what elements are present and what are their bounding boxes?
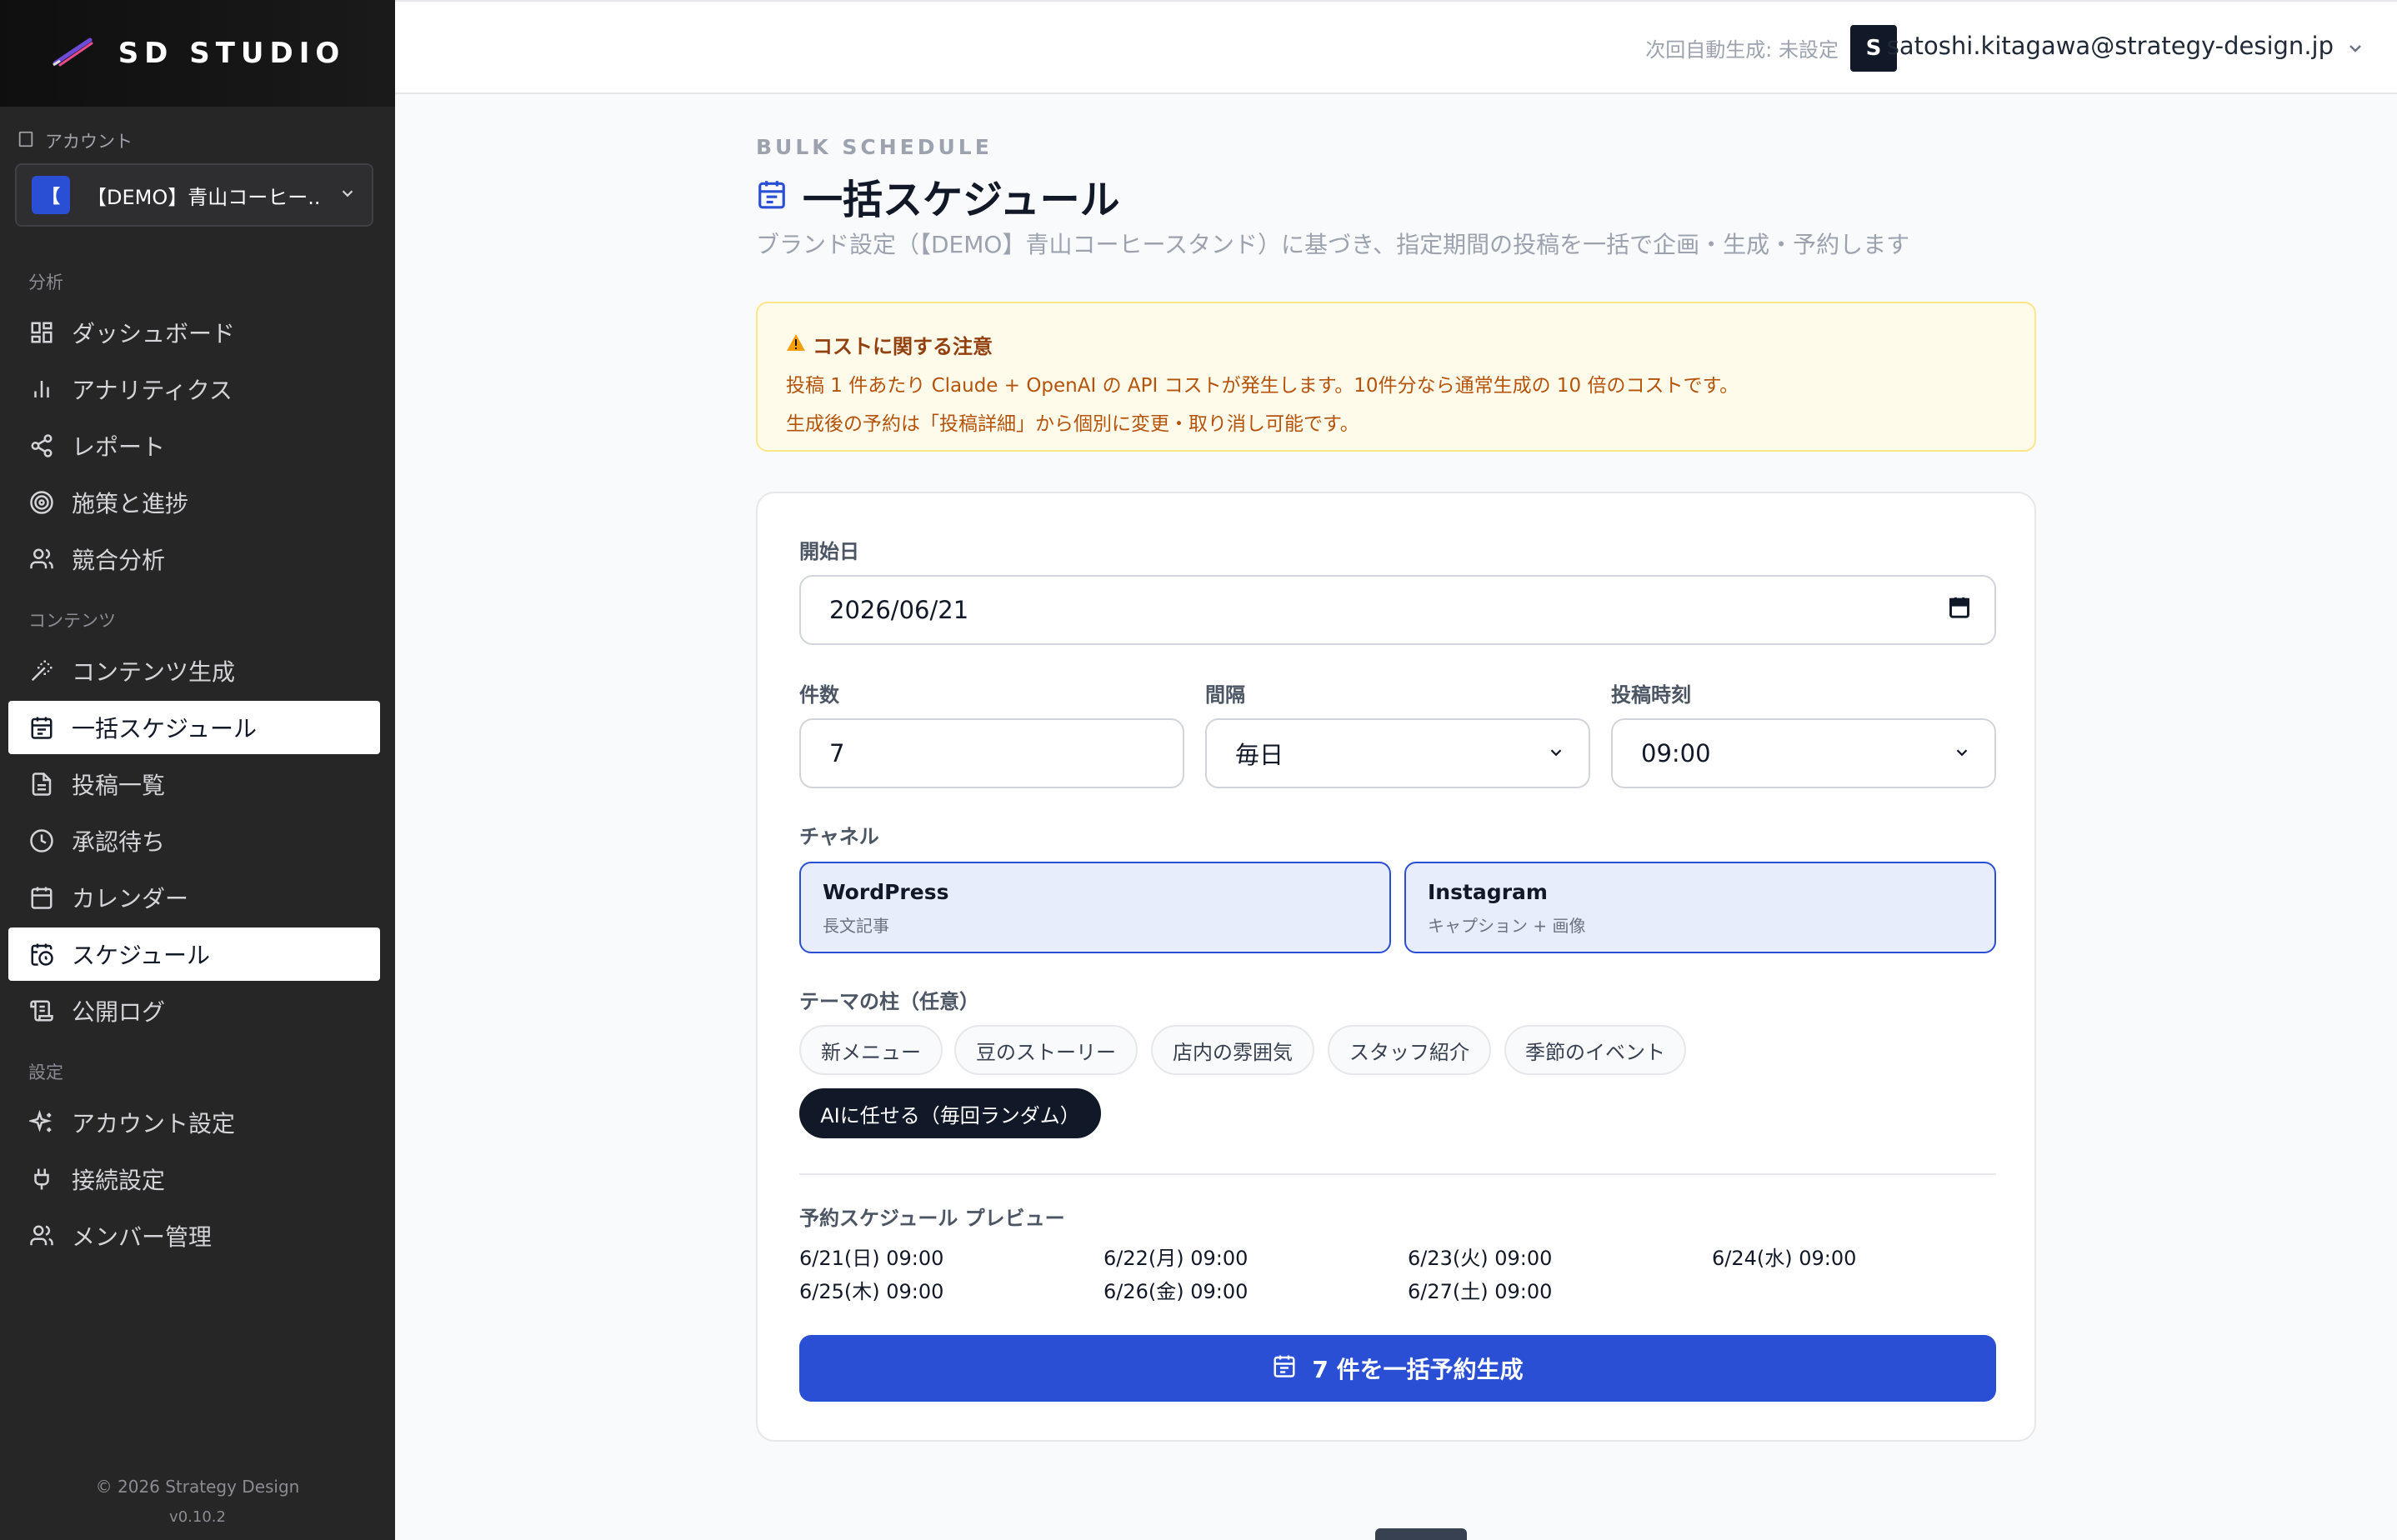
sidebar-item-schedule[interactable]: スケジュール bbox=[8, 928, 380, 981]
bulk-schedule-submit-button[interactable]: 7 件を一括予約生成 bbox=[799, 1335, 1996, 1402]
start-date-label: 開始日 bbox=[799, 540, 859, 563]
users-icon bbox=[28, 546, 55, 572]
channel-wordpress[interactable]: WordPress 長文記事 bbox=[799, 862, 1391, 953]
sidebar-item-publish-log[interactable]: 公開ログ bbox=[8, 984, 380, 1038]
chevron-down-icon bbox=[1547, 739, 1565, 768]
sidebar-item-account-settings[interactable]: アカウント設定 bbox=[8, 1096, 380, 1149]
cost-notice: コストに関する注意 投稿 1 件あたり Claude + OpenAI の AP… bbox=[756, 302, 2036, 452]
time-select[interactable]: 09:00 bbox=[1611, 718, 1996, 788]
plug-icon bbox=[28, 1166, 55, 1192]
preview-item: 6/26(金) 09:00 bbox=[1103, 1280, 1249, 1303]
sidebar-item-report[interactable]: レポート bbox=[8, 419, 380, 472]
auto-generation-status: 次回自動生成: 未設定 bbox=[1645, 38, 1839, 62]
group-label-analysis: 分析 bbox=[28, 272, 63, 292]
theme-chip[interactable]: 豆のストーリー bbox=[954, 1025, 1138, 1075]
user-email[interactable]: satoshi.kitagawa@strategy-design.jp bbox=[1887, 32, 2334, 60]
notice-line-1: 投稿 1 件あたり Claude + OpenAI の API コストが発生しま… bbox=[786, 375, 1739, 397]
count-label: 件数 bbox=[799, 683, 839, 707]
sparkles-icon bbox=[28, 1109, 55, 1136]
page-subtitle: ブランド設定（【DEMO】青山コーヒースタンド）に基づき、指定期間の投稿を一括で… bbox=[756, 231, 1910, 258]
account-select[interactable]: 【 【DEMO】青山コーヒー... bbox=[15, 163, 373, 227]
interval-select[interactable]: 毎日 bbox=[1205, 718, 1590, 788]
preview-item: 6/24(水) 09:00 bbox=[1712, 1247, 1857, 1270]
sidebar-item-calendar[interactable]: カレンダー bbox=[8, 871, 380, 924]
notice-title: コストに関する注意 bbox=[786, 330, 2006, 359]
channel-instagram[interactable]: Instagram キャプション + 画像 bbox=[1404, 862, 1996, 953]
preview-item: 6/25(木) 09:00 bbox=[799, 1280, 944, 1303]
preview-item: 6/27(土) 09:00 bbox=[1408, 1280, 1553, 1303]
bar-chart-icon bbox=[28, 376, 55, 402]
theme-chip[interactable]: スタッフ紹介 bbox=[1328, 1025, 1491, 1075]
sidebar-item-members[interactable]: メンバー管理 bbox=[8, 1209, 380, 1262]
building-icon bbox=[17, 130, 35, 152]
calendar-picker-icon[interactable] bbox=[1948, 596, 1971, 625]
count-input[interactable]: 7 bbox=[799, 718, 1184, 788]
footer-version: v0.10.2 bbox=[169, 1508, 226, 1526]
chevron-down-icon bbox=[1953, 739, 1971, 768]
document-icon bbox=[28, 771, 55, 798]
page-eyebrow: BULK SCHEDULE bbox=[756, 135, 993, 159]
calendar-icon bbox=[28, 714, 55, 741]
calendar-icon bbox=[1272, 1353, 1297, 1384]
sidebar-item-content-generation[interactable]: コンテンツ生成 bbox=[8, 644, 380, 698]
time-label: 投稿時刻 bbox=[1611, 683, 1691, 707]
sidebar-item-dashboard[interactable]: ダッシュボード bbox=[8, 306, 380, 359]
sidebar-item-connections[interactable]: 接続設定 bbox=[8, 1152, 380, 1206]
calendar-clock-icon bbox=[28, 941, 55, 968]
calendar-icon bbox=[756, 178, 788, 213]
page-title-text: 一括スケジュール bbox=[803, 177, 1120, 223]
preview-item: 6/22(月) 09:00 bbox=[1103, 1247, 1249, 1270]
sidebar-item-posts[interactable]: 投稿一覧 bbox=[8, 758, 380, 811]
chevron-down-icon bbox=[338, 184, 357, 206]
warning-icon bbox=[786, 333, 806, 357]
share-icon bbox=[28, 432, 55, 459]
pen-logo-icon bbox=[50, 35, 97, 72]
account-badge: 【 bbox=[32, 176, 70, 214]
clock-icon bbox=[28, 828, 55, 854]
bulk-schedule-form: 開始日 2026/06/21 件数 7 間隔 毎日 投稿時刻 09:00 チャネ… bbox=[756, 492, 2036, 1442]
theme-chip[interactable]: 季節のイベント bbox=[1504, 1025, 1686, 1075]
grid-icon bbox=[28, 319, 55, 346]
magic-wand-icon bbox=[28, 658, 55, 684]
channel-label: チャネル bbox=[799, 825, 879, 848]
theme-chip[interactable]: 店内の雰囲気 bbox=[1151, 1025, 1314, 1075]
interval-label: 間隔 bbox=[1205, 683, 1245, 707]
top-bar: 次回自動生成: 未設定 S satoshi.kitagawa@strategy-… bbox=[395, 0, 2397, 94]
account-label: アカウント bbox=[17, 128, 133, 153]
sidebar-item-bulk-schedule[interactable]: 一括スケジュール bbox=[8, 701, 380, 754]
group-label-settings: 設定 bbox=[28, 1062, 63, 1082]
start-date-input[interactable]: 2026/06/21 bbox=[799, 575, 1996, 645]
preview-item: 6/21(日) 09:00 bbox=[799, 1247, 944, 1270]
group-label-content: コンテンツ bbox=[28, 611, 116, 631]
bottom-handle[interactable] bbox=[1375, 1528, 1467, 1540]
calendar-icon bbox=[28, 884, 55, 911]
scroll-icon bbox=[28, 998, 55, 1024]
notice-line-2: 生成後の予約は「投稿詳細」から個別に変更・取り消し可能です。 bbox=[786, 413, 1359, 435]
chevron-down-icon[interactable] bbox=[2345, 38, 2365, 62]
account-name: 【DEMO】青山コーヒー... bbox=[87, 185, 322, 209]
preview-item: 6/23(火) 09:00 bbox=[1408, 1247, 1553, 1270]
preview-label: 予約スケジュール プレビュー bbox=[799, 1207, 1065, 1230]
brand-header[interactable]: SD STUDIO bbox=[0, 0, 395, 107]
page-title: 一括スケジュール bbox=[756, 167, 1120, 225]
sidebar-item-approvals[interactable]: 承認待ち bbox=[8, 814, 380, 868]
theme-label: テーマの柱（任意） bbox=[799, 990, 979, 1013]
target-icon bbox=[28, 489, 55, 516]
brand-name: SD STUDIO bbox=[118, 37, 346, 70]
theme-chip-ai-random[interactable]: AIに任せる（毎回ランダム） bbox=[799, 1088, 1101, 1138]
sidebar-item-analytics[interactable]: アナリティクス bbox=[8, 362, 380, 416]
sidebar-item-competitors[interactable]: 競合分析 bbox=[8, 532, 380, 586]
footer-copyright: © 2026 Strategy Design bbox=[95, 1477, 300, 1497]
sidebar-item-initiatives[interactable]: 施策と進捗 bbox=[8, 476, 380, 529]
sidebar: SD STUDIO アカウント 【 【DEMO】青山コーヒー... 分析 ダッシ… bbox=[0, 0, 395, 1540]
theme-chip[interactable]: 新メニュー bbox=[799, 1025, 943, 1075]
divider bbox=[799, 1173, 1996, 1175]
users-icon bbox=[28, 1222, 55, 1249]
